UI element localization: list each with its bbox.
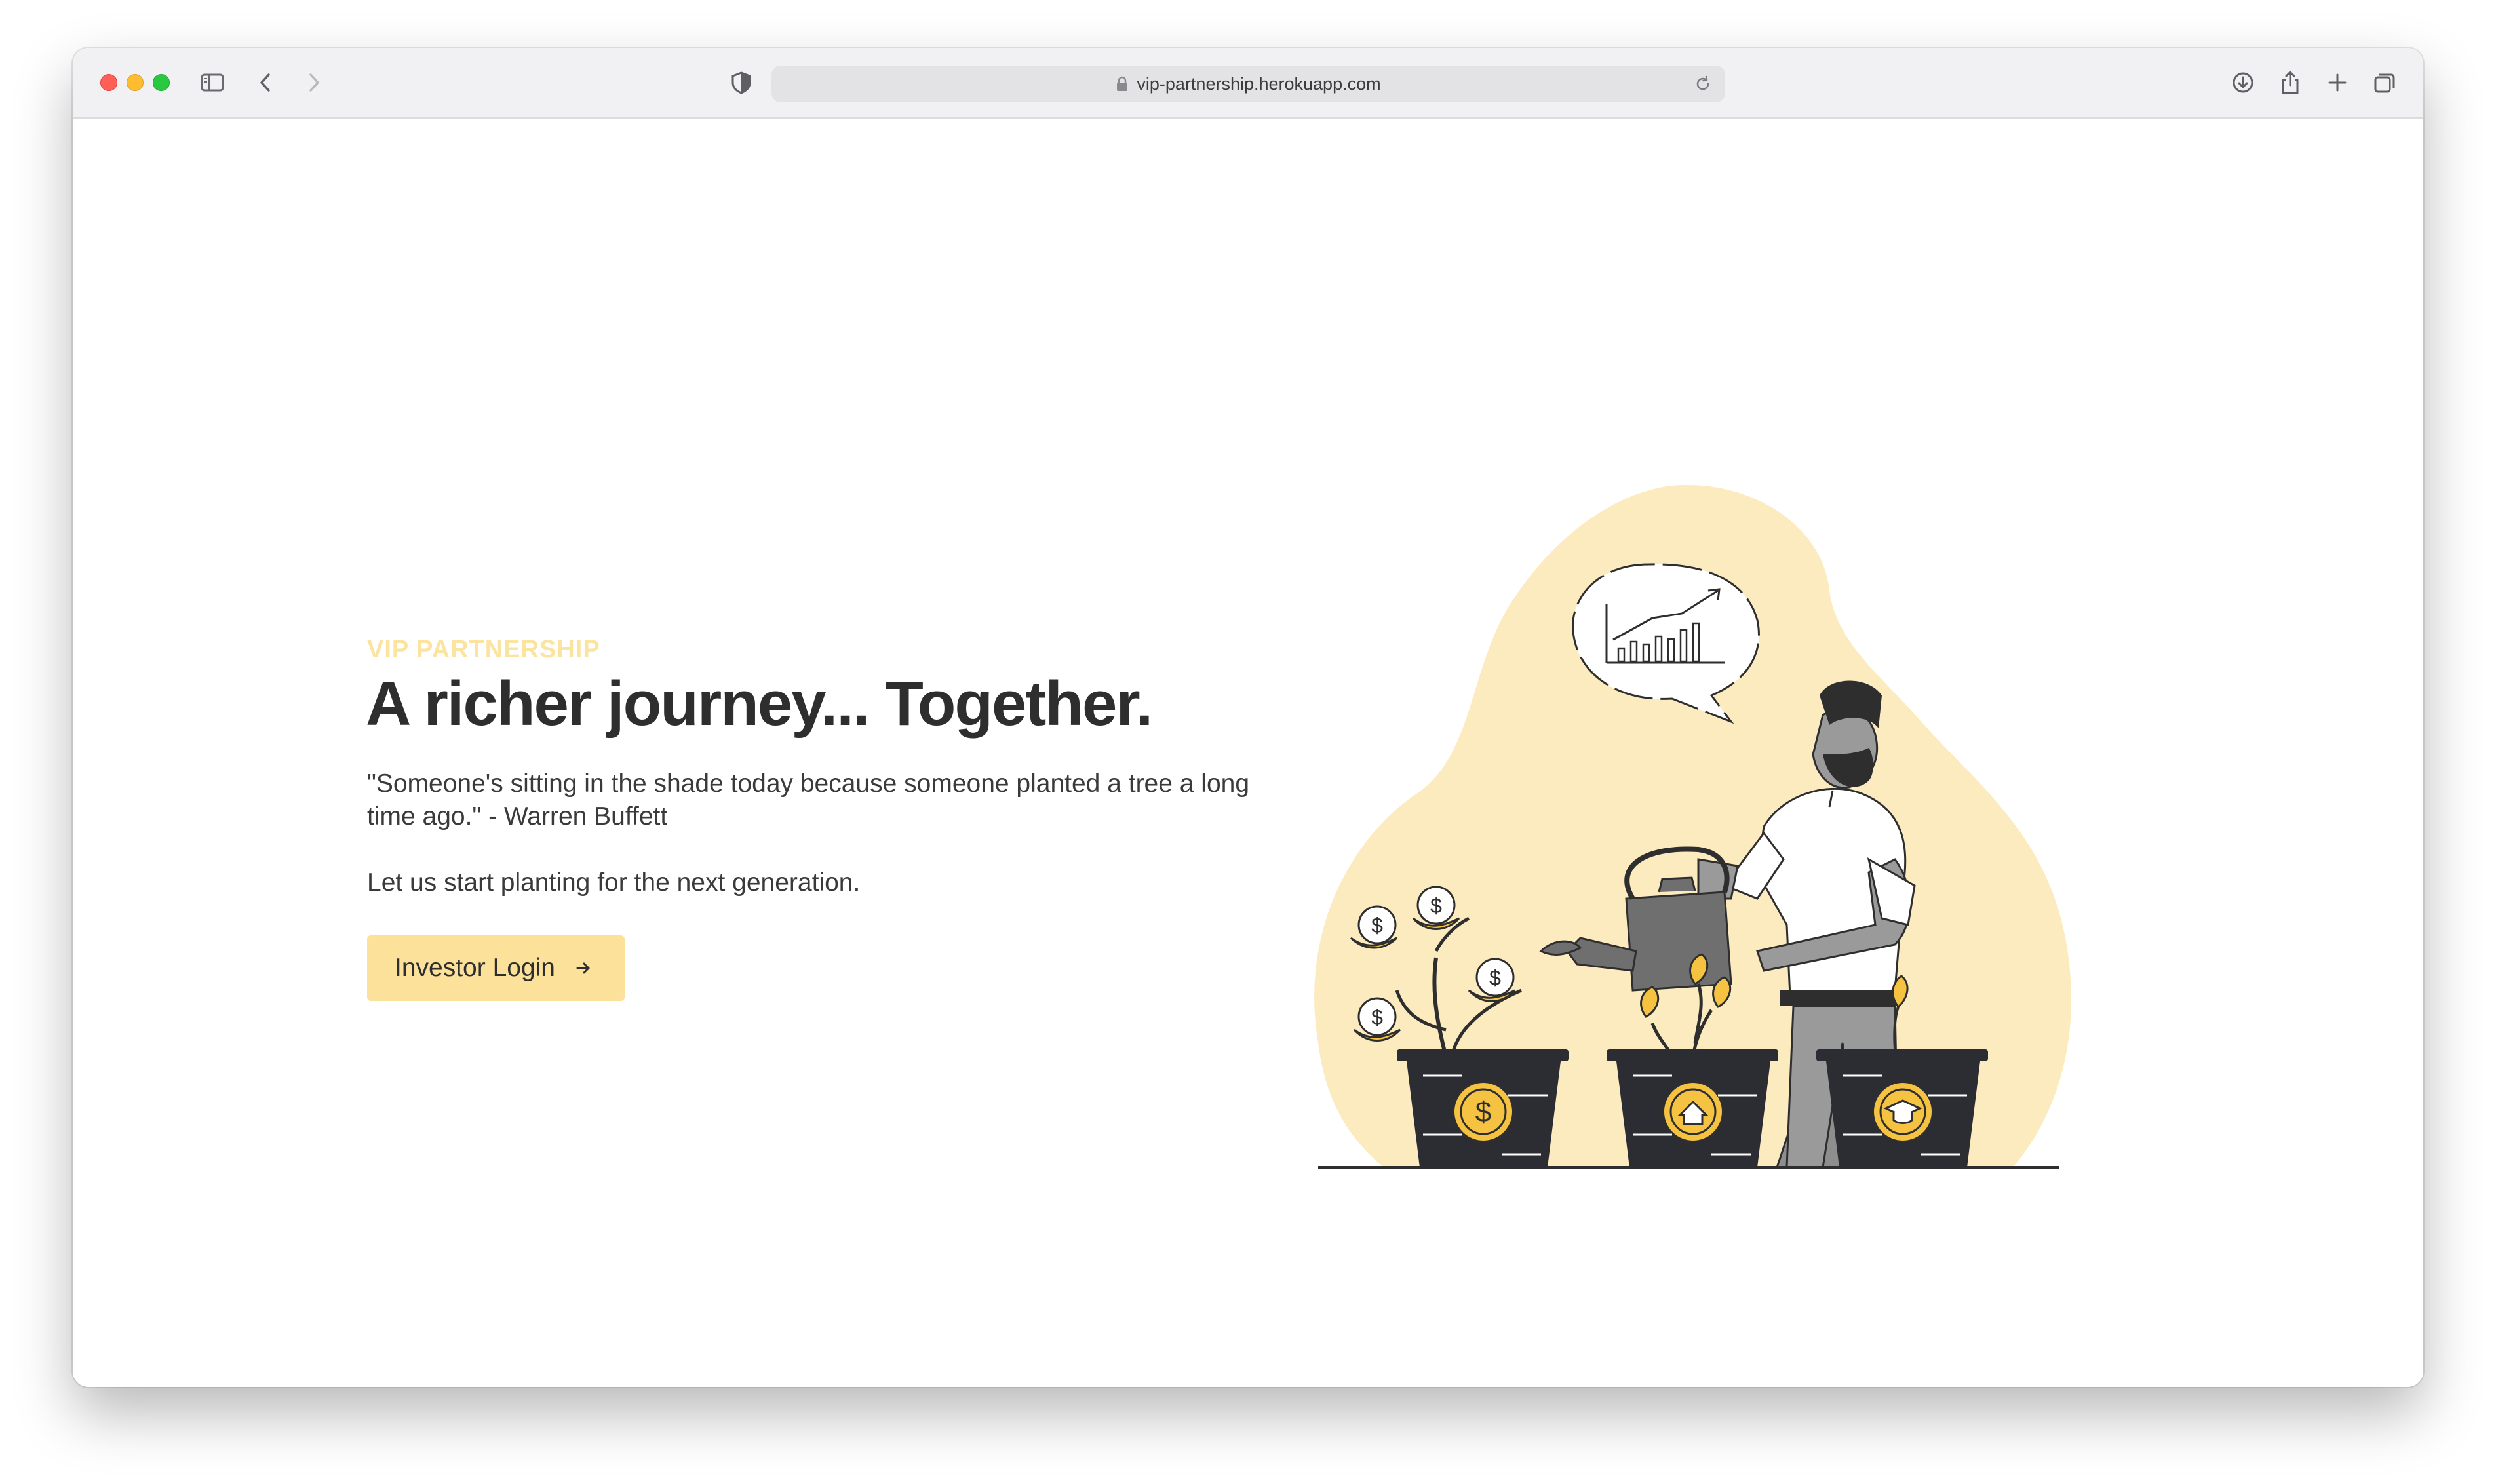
close-window-button[interactable] [100, 74, 117, 91]
investor-login-button[interactable]: Investor Login [367, 935, 625, 1001]
svg-text:$: $ [1371, 1006, 1383, 1029]
back-icon[interactable] [251, 68, 281, 98]
browser-toolbar: vip-partnership.herokuapp.com [73, 48, 2423, 119]
reload-icon[interactable] [1694, 75, 1712, 93]
arrow-right-icon [576, 962, 590, 974]
address-bar[interactable]: vip-partnership.herokuapp.com [771, 66, 1725, 102]
quote-text: "Someone's sitting in the shade today be… [367, 770, 1250, 830]
minimize-window-button[interactable] [127, 74, 144, 91]
sidebar-icon[interactable] [197, 68, 227, 98]
forward-icon[interactable] [298, 68, 328, 98]
growth-illustration: $ $ $ $ $ [1314, 485, 2071, 1169]
page-title: A richer journey... Together. [366, 669, 1153, 739]
share-icon[interactable] [2275, 68, 2305, 98]
lock-icon [1117, 76, 1128, 91]
browser-window: vip-partnership.herokuapp.com VIP PARTNE… [73, 48, 2423, 1387]
tabs-overview-icon[interactable] [2369, 68, 2400, 98]
investor-login-label: Investor Login [395, 954, 555, 982]
eyebrow-text: VIP PARTNERSHIP [367, 636, 600, 663]
page-content: VIP PARTNERSHIP A richer journey... Toge… [73, 119, 2423, 1387]
download-icon[interactable] [2228, 68, 2258, 98]
zoom-window-button[interactable] [153, 74, 170, 91]
shield-icon[interactable] [726, 68, 756, 98]
svg-text:$: $ [1430, 894, 1442, 918]
tagline-text: Let us start planting for the next gener… [367, 869, 861, 897]
new-tab-icon[interactable] [2322, 68, 2352, 98]
svg-text:$: $ [1489, 966, 1501, 990]
url-text: vip-partnership.herokuapp.com [1137, 73, 1381, 94]
svg-text:$: $ [1475, 1096, 1491, 1128]
svg-text:$: $ [1371, 914, 1383, 937]
